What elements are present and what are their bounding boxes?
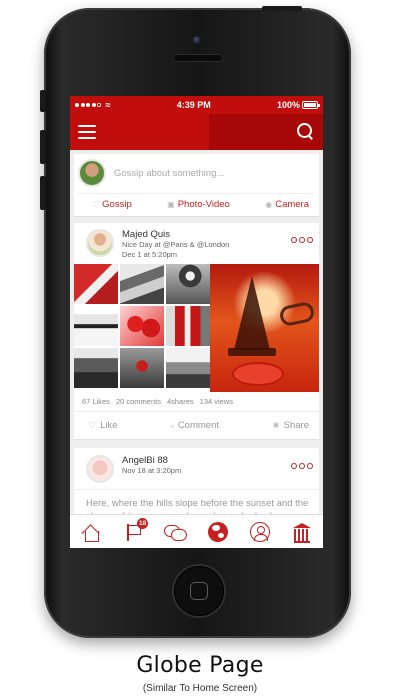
power-button [262, 6, 302, 11]
composer-card: ♡ Gossip ▣ Photo-Video ◉ Camera [74, 154, 319, 217]
museum-icon [292, 522, 312, 543]
mute-switch [40, 90, 46, 112]
post-author[interactable]: Majed Quis [122, 229, 283, 240]
volume-up-button [40, 130, 46, 164]
status-time: 4:39 PM [176, 100, 211, 110]
comment-label: Comment [177, 420, 219, 432]
volume-down-button [40, 176, 46, 210]
tab-notifications[interactable]: 18 [120, 517, 149, 545]
gossip-input[interactable] [114, 167, 315, 179]
love-keychain-image [278, 300, 316, 328]
battery-percent: 100% [276, 100, 300, 110]
front-camera [193, 36, 201, 44]
post-author[interactable]: AngelBi 88 [122, 455, 283, 466]
camera-label: Camera [275, 199, 309, 210]
more-options-icon[interactable] [291, 455, 313, 470]
tab-globe[interactable] [205, 519, 231, 545]
search-icon[interactable] [295, 122, 315, 142]
notification-badge: 18 [137, 517, 149, 529]
photo-icon: ▣ [167, 200, 175, 209]
avatar[interactable] [86, 455, 114, 484]
tab-profile[interactable] [247, 519, 273, 545]
more-options-icon[interactable] [291, 229, 313, 243]
camera-icon: ◉ [265, 200, 273, 209]
share-label: Share [283, 420, 309, 432]
feed[interactable]: ♡ Gossip ▣ Photo-Video ◉ Camera Majed Qu… [70, 150, 323, 532]
share-icon: ⋇ [272, 420, 280, 431]
share-button[interactable]: ⋇ Share [272, 420, 309, 431]
post-timestamp: Dec 1 at 5:20pm [122, 250, 178, 260]
signal-strength: ≈ [75, 100, 110, 110]
shares-count[interactable]: 4shares [167, 397, 194, 406]
photo-video-button[interactable]: ▣ Photo-Video [167, 199, 230, 210]
likes-count[interactable]: 67 Likes [82, 397, 110, 406]
home-button-icon [190, 582, 208, 600]
views-count: 134 views [199, 397, 234, 407]
hamburger-menu-icon[interactable] [78, 125, 96, 139]
heart-icon: ♡ [88, 420, 97, 431]
tab-messages[interactable] [162, 519, 188, 545]
camera-button[interactable]: ◉ Camera [265, 199, 309, 210]
comments-count[interactable]: 20 comments [116, 397, 161, 406]
wifi-icon: ≈ [105, 100, 111, 110]
gossip-label: Gossip [102, 199, 132, 210]
top-navigation-bar [70, 114, 323, 150]
avatar[interactable] [78, 159, 106, 187]
user-icon [249, 521, 270, 542]
post-actions: ♡ Like ▫ Comment ⋇ Share [74, 412, 319, 439]
earpiece-speaker [174, 55, 222, 61]
gossip-button[interactable]: ♡ Gossip [92, 199, 132, 210]
battery-icon [302, 101, 320, 109]
photo-thumbnail[interactable] [74, 306, 118, 347]
like-label: Like [100, 420, 118, 432]
sticker-image [232, 362, 284, 387]
page-title: Globe Page [136, 653, 264, 678]
tab-home[interactable] [78, 519, 104, 545]
post-timestamp: Nov 18 at 3:20pm [122, 466, 182, 476]
photo-thumbnail[interactable] [120, 306, 164, 347]
composer-actions: ♡ Gossip ▣ Photo-Video ◉ Camera [78, 194, 315, 216]
photo-thumbnail[interactable] [166, 264, 210, 305]
photo-thumbnail[interactable] [120, 264, 164, 305]
bottom-tab-bar: 18 [70, 514, 323, 548]
photo-thumbnail[interactable] [166, 348, 210, 389]
post-location: Nice Day at @Paris & @London [122, 240, 230, 249]
photo-thumbnail[interactable] [74, 264, 118, 305]
eiffel-tower-image [234, 276, 270, 351]
home-icon [81, 523, 101, 542]
photo-thumbnail[interactable] [120, 348, 164, 389]
post-stats: 67 Likes 20 comments 4shares 134 views [74, 392, 319, 413]
page-subtitle: (Similar To Home Screen) [142, 683, 258, 694]
app-screen: ≈ 4:39 PM 100% ♡ Gossip ▣ Photo- [70, 96, 323, 548]
avatar[interactable] [86, 229, 114, 257]
featured-photo[interactable] [210, 264, 319, 393]
globe-icon [207, 521, 228, 542]
photo-thumbnail[interactable] [74, 348, 118, 389]
comment-button[interactable]: ▫ Comment [171, 420, 219, 431]
heart-icon: ♡ [92, 200, 100, 209]
tab-places[interactable] [289, 519, 315, 545]
photo-gallery [74, 264, 319, 393]
photo-video-label: Photo-Video [177, 199, 230, 210]
battery-indicator: 100% [276, 100, 320, 110]
comment-icon: ▫ [170, 420, 174, 431]
like-button[interactable]: ♡ Like [88, 420, 118, 431]
photo-thumbnail[interactable] [166, 306, 210, 347]
post-card: Majed Quis Nice Day at @Paris & @London … [74, 223, 319, 441]
chat-icon [164, 523, 188, 541]
home-button [174, 566, 224, 616]
status-bar: ≈ 4:39 PM 100% [70, 96, 323, 114]
